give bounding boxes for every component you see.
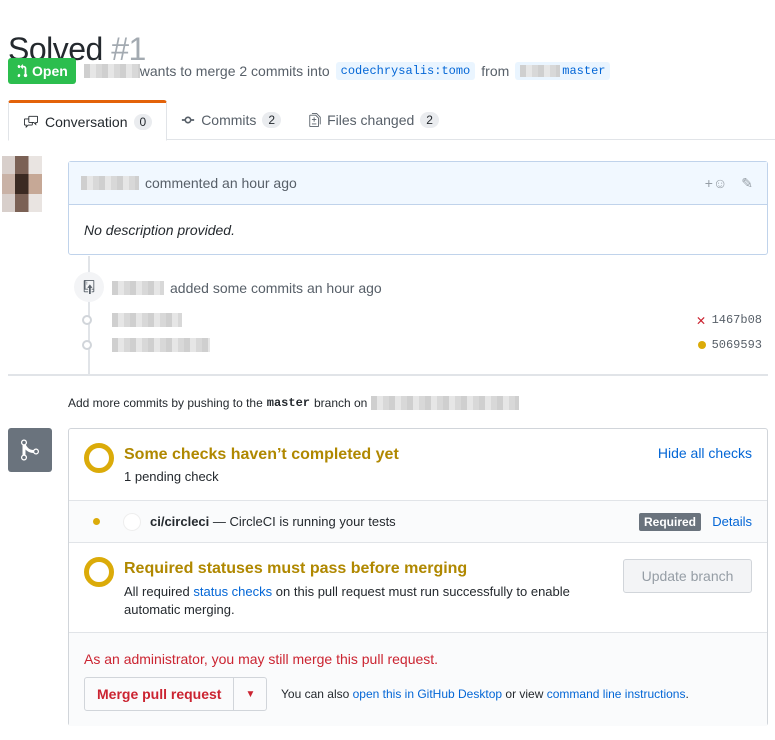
commit-sha-text: 1467b08 — [711, 313, 762, 327]
check-name: ci/circleci — [150, 514, 210, 529]
merge-box: Some checks haven’t completed yet 1 pend… — [68, 428, 768, 726]
update-branch-button[interactable]: Update branch — [623, 559, 752, 593]
pending-ring-icon — [84, 443, 114, 473]
tab-conversation-label: Conversation — [45, 113, 128, 130]
hide-checks-link[interactable]: Hide all checks — [658, 445, 752, 461]
comment-action: commented an hour ago — [145, 175, 297, 191]
add-more-branch: master — [266, 396, 310, 410]
required-badge: Required — [638, 512, 701, 531]
tab-conversation-count: 0 — [133, 113, 153, 130]
required-line1-b: on this pull request must run successful… — [275, 584, 570, 599]
admin-merge-text: As an administrator, you may still merge… — [84, 651, 439, 667]
merge-pull-request-button[interactable]: Merge pull request — [85, 678, 235, 710]
merge-text: wants to merge 2 commits into — [139, 63, 330, 79]
pr-tabs: Conversation 0 Commits 2 Files changed 2 — [8, 100, 775, 141]
alternate-merge-text: You can also open this in GitHub Desktop… — [281, 687, 689, 701]
file-diff-icon — [309, 113, 321, 127]
pencil-icon[interactable]: ✎ — [741, 175, 753, 192]
add-more-prefix: Add more commits by pushing to the — [68, 396, 263, 410]
commit-sha[interactable]: 5069593 — [697, 338, 762, 352]
commit-dot-icon — [82, 340, 92, 350]
comment-box: commented an hour ago +☺ ✎ No descriptio… — [68, 161, 768, 255]
checks-heading: Some checks haven’t completed yet — [124, 446, 399, 463]
merge-method-dropdown[interactable]: ▼ — [234, 678, 266, 710]
base-owner-redacted — [520, 65, 561, 77]
commit-sha[interactable]: ✕ 1467b08 — [697, 311, 762, 330]
repo-push-icon — [74, 272, 104, 302]
push-event-label: added some commits an hour ago — [170, 280, 382, 296]
avatar[interactable] — [2, 156, 42, 212]
push-event-text: added some commits an hour ago — [112, 280, 382, 296]
pending-dot-icon — [697, 341, 706, 349]
status-checks-link[interactable]: status checks — [193, 584, 272, 599]
merge-button-group: Merge pull request ▼ — [84, 677, 268, 711]
commit-sha-text: 5069593 — [711, 338, 762, 352]
from-text: from — [481, 63, 510, 79]
base-branch-label: master — [562, 64, 606, 78]
add-reaction-icon[interactable]: +☺ — [705, 175, 727, 192]
pusher-redacted[interactable] — [112, 281, 164, 295]
also-a: You can also — [281, 687, 350, 701]
commit-dot-icon — [82, 315, 92, 325]
checks-summary: Some checks haven’t completed yet 1 pend… — [69, 429, 767, 501]
pr-meta: Open wants to merge 2 commits into codec… — [8, 58, 616, 84]
required-line1-a: All required — [124, 584, 190, 599]
also-c: . — [685, 687, 689, 701]
x-icon: ✕ — [696, 312, 706, 330]
git-merge-icon — [8, 428, 52, 472]
triangle-down-icon: ▼ — [245, 688, 256, 700]
pending-dot-icon — [93, 518, 100, 525]
state-label: Open — [32, 63, 68, 79]
details-link[interactable]: Details — [712, 514, 752, 529]
tab-files-changed[interactable]: Files changed 2 — [295, 100, 453, 140]
author-redacted[interactable] — [83, 64, 140, 78]
tab-commits-label: Commits — [201, 112, 257, 128]
also-b: or view — [505, 687, 544, 701]
tab-files-count: 2 — [420, 112, 439, 128]
required-line2: automatic merging. — [124, 602, 235, 617]
comment-actions: +☺ ✎ — [705, 175, 753, 192]
circleci-avatar — [123, 512, 141, 531]
head-branch[interactable]: codechrysalis:tomo — [335, 62, 476, 80]
commit-row: ✕ 1467b08 — [82, 310, 762, 330]
tab-conversation[interactable]: Conversation 0 — [8, 100, 168, 141]
required-statuses: Required statuses must pass before mergi… — [69, 543, 767, 633]
state-badge: Open — [8, 58, 76, 84]
commit-message-redacted[interactable] — [112, 338, 210, 352]
git-commit-icon — [182, 116, 195, 124]
check-text: ci/circleci — CircleCI is running your t… — [150, 514, 396, 529]
comment-header: commented an hour ago +☺ ✎ — [69, 162, 767, 205]
add-more-commits: Add more commits by pushing to the maste… — [68, 396, 520, 410]
add-more-suffix: branch on — [313, 396, 368, 410]
check-row: ci/circleci — CircleCI is running your t… — [69, 501, 767, 543]
comment-discussion-icon — [24, 115, 38, 128]
tab-files-label: Files changed — [327, 112, 415, 128]
command-line-link[interactable]: command line instructions — [547, 687, 686, 701]
commenter-redacted[interactable] — [81, 176, 139, 190]
pending-ring-icon — [84, 557, 114, 587]
repo-redacted[interactable] — [371, 396, 520, 410]
tab-commits[interactable]: Commits 2 — [167, 100, 295, 140]
required-desc: All required status checks on this pull … — [124, 583, 570, 619]
commit-row: 5069593 — [82, 335, 762, 355]
github-desktop-link[interactable]: open this in GitHub Desktop — [353, 687, 502, 701]
commit-message-redacted[interactable] — [112, 313, 182, 327]
comment-body: No description provided. — [84, 222, 235, 238]
checks-sub: 1 pending check — [124, 469, 219, 484]
required-heading: Required statuses must pass before mergi… — [124, 560, 468, 577]
timeline-divider — [8, 374, 768, 376]
tab-commits-count: 2 — [262, 112, 282, 128]
check-desc: — CircleCI is running your tests — [212, 514, 396, 529]
pull-request-icon — [17, 64, 28, 78]
base-branch[interactable]: master — [515, 62, 611, 80]
